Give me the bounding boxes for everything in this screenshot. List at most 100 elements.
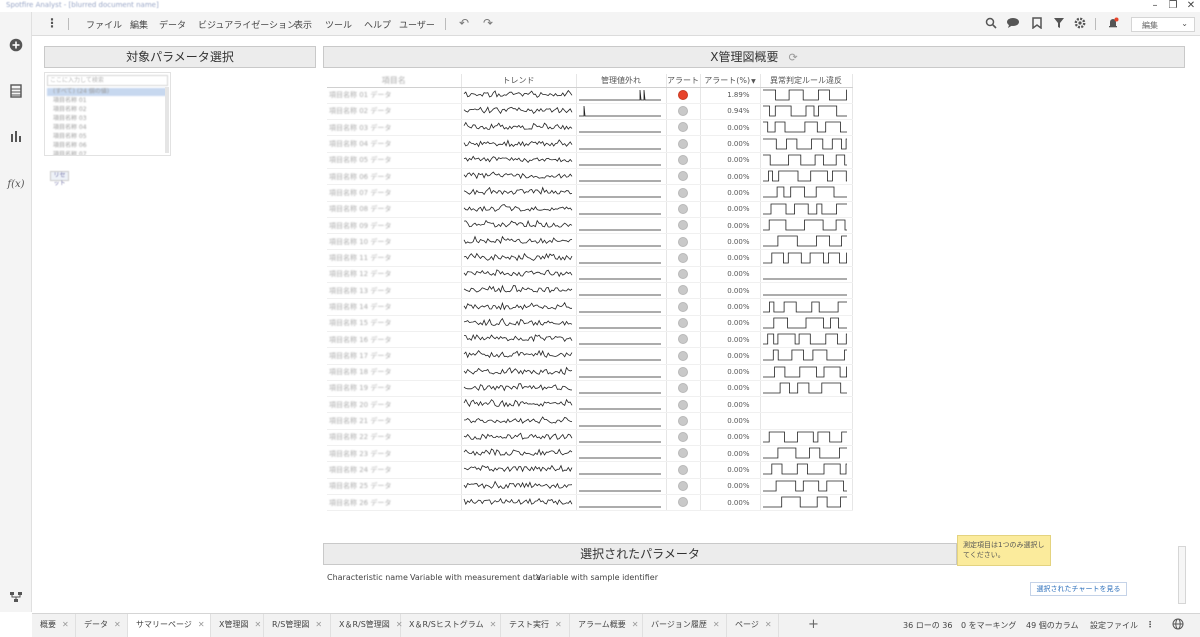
parameter-name-cell[interactable]: 項目名称 14 データ [327,298,462,316]
header-rule-violation[interactable]: 異常判定ルール違反 [760,74,853,88]
parameter-name-cell[interactable]: 項目名称 12 データ [327,266,462,284]
rule-violation-cell[interactable] [760,380,853,398]
rule-violation-cell[interactable] [760,152,853,169]
list-item[interactable]: 項目名称 06 [47,142,168,150]
out-of-limit-cell[interactable] [576,201,667,218]
alert-pct-cell[interactable]: 0.00% [700,331,761,349]
alert-pct-cell[interactable]: 0.00% [700,266,761,284]
alert-pct-cell[interactable]: 0.00% [700,298,761,316]
menu-help[interactable]: ヘルプ [364,18,391,31]
rule-violation-cell[interactable] [760,135,853,153]
parameter-name-cell[interactable]: 項目名称 24 データ [327,461,462,479]
alert-pct-cell[interactable]: 0.00% [700,364,761,381]
out-of-limit-cell[interactable] [576,233,667,251]
restore-button[interactable]: ❐ [1166,0,1180,12]
alert-cell[interactable] [666,135,701,153]
parameter-name-cell[interactable]: 項目名称 07 データ [327,184,462,202]
rule-violation-cell[interactable] [760,412,853,430]
header-name[interactable]: 項目名 [327,74,462,88]
rule-violation-cell[interactable] [760,217,853,235]
rule-violation-cell[interactable] [760,103,853,121]
out-of-limit-cell[interactable] [576,315,667,332]
parameter-name-cell[interactable]: 項目名称 16 データ [327,331,462,349]
out-of-limit-cell[interactable] [576,266,667,284]
parameter-name-cell[interactable]: 項目名称 17 データ [327,347,462,365]
parameter-name-cell[interactable]: 項目名称 03 データ [327,119,462,137]
alert-cell[interactable] [666,429,701,447]
alert-cell[interactable] [666,380,701,398]
table-row[interactable]: 項目名称 19 データ 0.00% [327,380,853,398]
list-item[interactable]: 項目名称 01 [47,97,168,105]
alert-pct-cell[interactable]: 0.00% [700,412,761,430]
alert-cell[interactable] [666,217,701,235]
alert-cell[interactable] [666,119,701,137]
alert-pct-cell[interactable]: 0.00% [700,282,761,300]
alert-cell[interactable] [666,412,701,430]
out-of-limit-cell[interactable] [576,217,667,235]
table-row[interactable]: 項目名称 01 データ 1.89% [327,87,853,104]
rule-violation-cell[interactable] [760,331,853,349]
alert-cell[interactable] [666,478,701,495]
rule-violation-cell[interactable] [760,266,853,284]
parameter-name-cell[interactable]: 項目名称 05 データ [327,152,462,169]
out-of-limit-cell[interactable] [576,461,667,479]
header-alert[interactable]: アラート [666,74,701,88]
menu-file[interactable]: ファイル [86,18,122,31]
page-tab[interactable]: X＆R/S管理図 ✕ [331,614,403,637]
trend-cell[interactable] [461,184,577,202]
settings-file-status[interactable]: 設定ファイル [1090,620,1138,631]
rule-violation-cell[interactable] [760,282,853,300]
list-search-input[interactable]: ここに入力して検索 [47,75,168,86]
table-row[interactable]: 項目名称 13 データ 0.00% [327,282,853,300]
alert-cell[interactable] [666,331,701,349]
table-row[interactable]: 項目名称 05 データ 0.00% [327,152,853,169]
alert-pct-cell[interactable]: 1.89% [700,87,761,104]
alert-cell[interactable] [666,364,701,381]
gear-icon[interactable] [1073,17,1087,31]
table-row[interactable]: 項目名称 10 データ 0.00% [327,233,853,251]
trend-cell[interactable] [461,478,577,495]
trend-cell[interactable] [461,282,577,300]
alert-pct-cell[interactable]: 0.00% [700,461,761,479]
rule-violation-cell[interactable] [760,168,853,186]
header-out-of-limit[interactable]: 管理値外れ [576,74,667,88]
alert-pct-cell[interactable]: 0.00% [700,315,761,332]
trend-cell[interactable] [461,396,577,414]
alert-cell[interactable] [666,168,701,186]
alert-pct-cell[interactable]: 0.00% [700,135,761,153]
trend-cell[interactable] [461,103,577,121]
alert-pct-cell[interactable]: 0.00% [700,184,761,202]
alert-pct-cell[interactable]: 0.00% [700,233,761,251]
rule-violation-cell[interactable] [760,396,853,414]
trend-cell[interactable] [461,315,577,332]
alert-cell[interactable] [666,249,701,267]
table-row[interactable]: 項目名称 14 データ 0.00% [327,298,853,316]
parameter-name-cell[interactable]: 項目名称 09 データ [327,217,462,235]
close-tab-icon[interactable]: ✕ [62,620,69,629]
alert-pct-cell[interactable]: 0.00% [700,380,761,398]
vertical-scrollbar[interactable] [1178,546,1186,604]
edit-mode-select[interactable]: 編集 ⌄ [1131,17,1195,32]
notification-bell-icon[interactable] [1106,17,1120,31]
list-item[interactable]: 項目名称 03 [47,115,168,123]
out-of-limit-cell[interactable] [576,168,667,186]
comment-icon[interactable] [1006,17,1020,31]
refresh-icon[interactable]: ⟳ [789,51,798,64]
out-of-limit-cell[interactable] [576,445,667,463]
out-of-limit-cell[interactable] [576,364,667,381]
minimize-button[interactable]: – [1148,0,1162,12]
trend-cell[interactable] [461,380,577,398]
alert-cell[interactable] [666,445,701,463]
menu-user[interactable]: ユーザー [399,18,435,31]
parameter-name-cell[interactable]: 項目名称 13 データ [327,282,462,300]
kebab-menu-icon[interactable]: ⋮ [46,16,58,30]
alert-cell[interactable] [666,282,701,300]
rule-violation-cell[interactable] [760,249,853,267]
trend-cell[interactable] [461,233,577,251]
alert-pct-cell[interactable]: 0.00% [700,445,761,463]
table-row[interactable]: 項目名称 22 データ 0.00% [327,429,853,447]
bookmark-icon[interactable] [1030,17,1044,31]
alert-pct-cell[interactable]: 0.00% [700,168,761,186]
parameter-name-cell[interactable]: 項目名称 06 データ [327,168,462,186]
undo-icon[interactable]: ↶ [459,16,469,30]
